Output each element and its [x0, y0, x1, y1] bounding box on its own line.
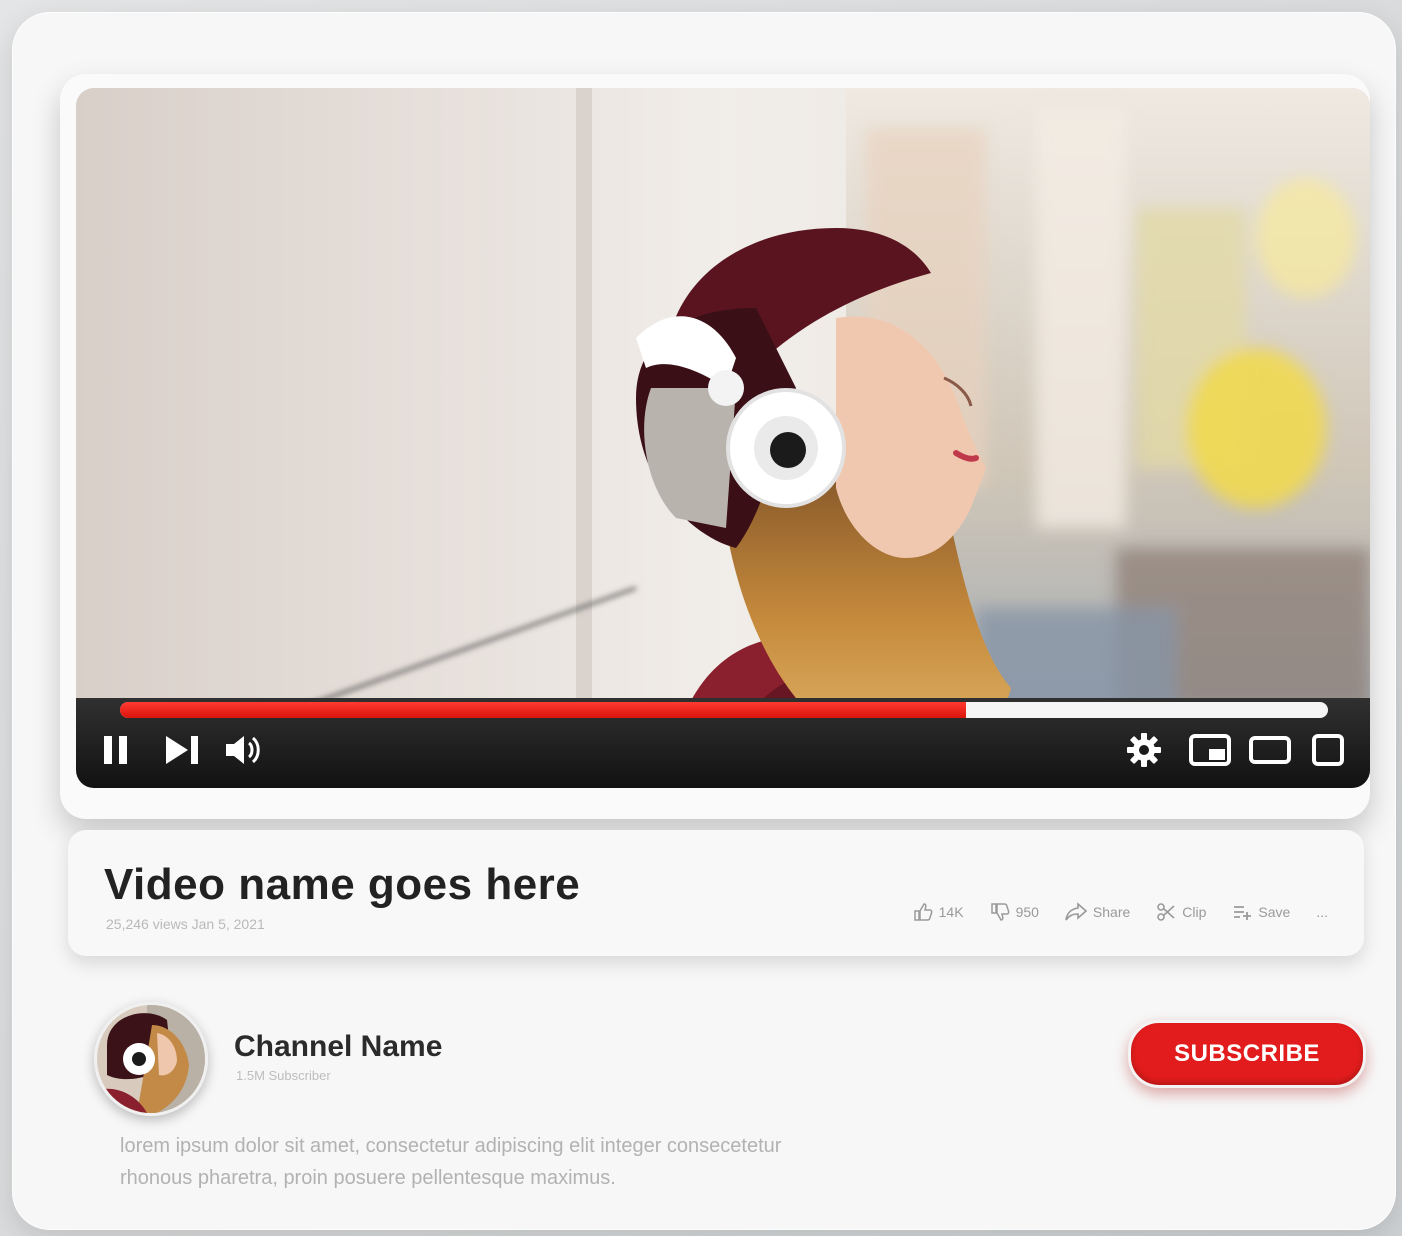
- clip-button[interactable]: Clip: [1156, 902, 1206, 922]
- pause-button[interactable]: [94, 728, 138, 772]
- scissors-icon: [1157, 903, 1175, 921]
- subscriber-count: 1.5M Subscriber: [236, 1068, 331, 1083]
- player-controls: [76, 698, 1370, 788]
- save-label: Save: [1258, 904, 1291, 920]
- next-button[interactable]: [160, 728, 204, 772]
- skip-next-icon: [166, 736, 198, 764]
- video-card: Video name goes here 25,246 views Jan 5,…: [12, 12, 1396, 1230]
- thumbs-up-icon: [913, 903, 933, 921]
- fullscreen-button[interactable]: [1306, 728, 1350, 772]
- progress-bar[interactable]: [120, 702, 1328, 718]
- channel-avatar[interactable]: [94, 1002, 208, 1116]
- miniplayer-button[interactable]: [1188, 728, 1232, 772]
- video-info-bar: Video name goes here 25,246 views Jan 5,…: [68, 830, 1364, 956]
- subscribe-button[interactable]: SUBSCRIBE: [1128, 1020, 1366, 1088]
- playlist-add-icon: [1234, 906, 1252, 920]
- video-thumbnail: [76, 88, 1370, 788]
- video-actions: 14K 950 Share Clip Save ...: [913, 902, 1328, 922]
- video-title: Video name goes here: [104, 860, 581, 909]
- share-label: Share: [1092, 904, 1131, 920]
- share-icon: [1065, 902, 1087, 921]
- theater-mode-button[interactable]: [1248, 728, 1292, 772]
- avatar-image: [97, 1005, 205, 1113]
- description-line-2: rhonous pharetra, proin posuere pellente…: [120, 1167, 616, 1189]
- miniplayer-icon: [1189, 734, 1231, 766]
- volume-icon: [226, 736, 260, 764]
- video-meta: 25,246 views Jan 5, 2021: [106, 916, 265, 932]
- fullscreen-icon: [1312, 734, 1344, 766]
- theater-mode-icon: [1249, 736, 1291, 764]
- share-button[interactable]: Share: [1065, 902, 1130, 922]
- save-button[interactable]: Save: [1232, 902, 1290, 922]
- like-count: 14K: [938, 904, 964, 920]
- more-actions-button[interactable]: ...: [1316, 904, 1328, 920]
- video-player[interactable]: [60, 74, 1370, 819]
- dislike-count: 950: [1015, 904, 1039, 920]
- video-description: lorem ipsum dolor sit amet, consectetur …: [120, 1130, 1020, 1194]
- volume-button[interactable]: [222, 728, 266, 772]
- pause-icon: [104, 736, 127, 764]
- more-label: ...: [1316, 904, 1328, 920]
- thumbs-down-icon: [990, 903, 1009, 921]
- settings-button[interactable]: [1122, 728, 1166, 772]
- progress-played: [120, 702, 966, 718]
- video-frame[interactable]: [76, 88, 1370, 788]
- channel-name[interactable]: Channel Name: [234, 1030, 442, 1064]
- description-line-1: lorem ipsum dolor sit amet, consectetur …: [120, 1135, 782, 1157]
- like-button[interactable]: 14K: [913, 902, 964, 922]
- gear-icon: [1127, 733, 1161, 767]
- clip-label: Clip: [1182, 904, 1207, 920]
- dislike-button[interactable]: 950: [990, 902, 1039, 922]
